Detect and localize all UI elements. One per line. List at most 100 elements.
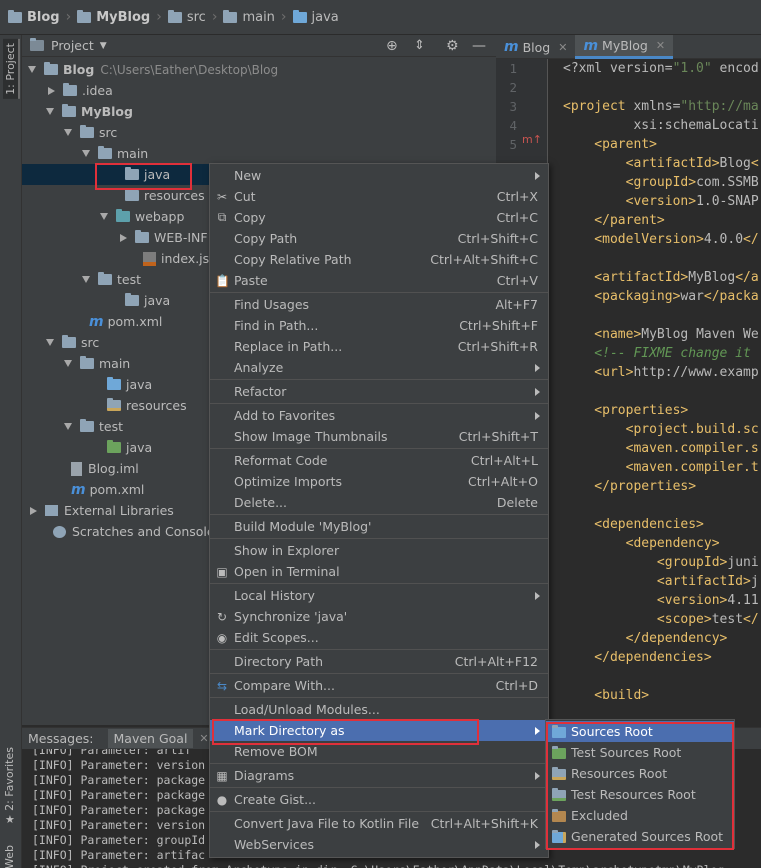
menu-item-copy[interactable]: ⧉ Copy Ctrl+C: [210, 207, 548, 228]
editor-tab-label: MyBlog: [602, 38, 648, 53]
tree-expand-arrow-icon[interactable]: [64, 360, 72, 367]
tree-expand-arrow-icon[interactable]: [64, 129, 72, 136]
menu-item-webservices[interactable]: WebServices: [210, 834, 548, 855]
submenu-item-excluded[interactable]: Excluded: [546, 805, 734, 826]
menu-item-delete[interactable]: Delete... Delete: [210, 492, 548, 513]
locate-icon[interactable]: ⊕: [386, 38, 398, 54]
folder-icon: [125, 188, 139, 201]
close-icon[interactable]: ✕: [558, 41, 567, 54]
folder-icon: [125, 167, 139, 180]
menu-item-create-gist[interactable]: ● Create Gist...: [210, 789, 548, 810]
maven-parent-icon[interactable]: m↑: [522, 133, 542, 146]
left-tool-strip: 1: Project 2: Favorites ★ Web: [0, 35, 22, 868]
code-line: </properties>: [563, 479, 696, 494]
menu-item-cut[interactable]: ✂ Cut Ctrl+X: [210, 186, 548, 207]
chevron-right-icon: [535, 387, 540, 396]
editor-tab[interactable]: m MyBlog ✕: [575, 35, 674, 59]
tree-expand-arrow-icon[interactable]: [48, 86, 55, 95]
breadcrumb-item[interactable]: src: [167, 9, 206, 25]
web-tool-tab[interactable]: Web: [3, 845, 16, 868]
close-icon[interactable]: ✕: [199, 732, 208, 745]
project-view-title[interactable]: Project: [51, 38, 94, 53]
menu-item-reformat-code[interactable]: Reformat Code Ctrl+Alt+L: [210, 450, 548, 471]
code-editor[interactable]: <?xml version="1.0" encod <project xmlns=…: [549, 59, 761, 719]
menu-item-open-in-terminal[interactable]: ▣ Open in Terminal: [210, 561, 548, 582]
menu-item-edit-scopes[interactable]: ◉ Edit Scopes...: [210, 627, 548, 648]
breadcrumb-item[interactable]: main: [223, 9, 275, 25]
submenu-item-test-sources-root[interactable]: Test Sources Root: [546, 742, 734, 763]
maven-goal-tab[interactable]: Maven Goal: [107, 729, 194, 748]
menu-item-new[interactable]: New: [210, 165, 548, 186]
tree-expand-arrow-icon[interactable]: [100, 213, 108, 220]
menu-item-local-history[interactable]: Local History: [210, 585, 548, 606]
collapse-icon[interactable]: ⇕: [414, 38, 425, 53]
submenu-item-generated-sources-root[interactable]: Generated Sources Root: [546, 826, 734, 847]
menu-item-load-unload-modules[interactable]: Load/Unload Modules...: [210, 699, 548, 720]
menu-item-refactor[interactable]: Refactor: [210, 381, 548, 402]
breadcrumb-item[interactable]: MyBlog: [77, 9, 150, 25]
menu-item-copy-path[interactable]: Copy Path Ctrl+Shift+C: [210, 228, 548, 249]
tree-node-label: main: [99, 356, 131, 371]
close-icon[interactable]: ✕: [656, 39, 665, 52]
menu-item-optimize-imports[interactable]: Optimize Imports Ctrl+Alt+O: [210, 471, 548, 492]
tree-expand-arrow-icon[interactable]: [82, 276, 90, 283]
tree-node[interactable]: src: [22, 122, 496, 143]
tree-node-label: java: [144, 293, 171, 308]
tree-node[interactable]: Blog C:\Users\Eather\Desktop\Blog: [22, 59, 496, 80]
tree-expand-arrow-icon[interactable]: [64, 423, 72, 430]
code-token: </dependencies>: [563, 650, 712, 665]
menu-item-mark-directory-as[interactable]: Mark Directory as: [210, 720, 548, 741]
tree-expand-arrow-icon[interactable]: [28, 66, 36, 73]
code-line: <maven.compiler.s: [563, 441, 759, 456]
folder-icon: [107, 398, 121, 411]
menu-item-label: Show Image Thumbnails: [234, 429, 388, 444]
tree-node[interactable]: MyBlog: [22, 101, 496, 122]
tree-expand-arrow-icon[interactable]: [82, 150, 90, 157]
line-number: 4: [509, 118, 517, 133]
github-icon: ●: [216, 792, 228, 807]
menu-item-show-image-thumbnails[interactable]: Show Image Thumbnails Ctrl+Shift+T: [210, 426, 548, 447]
scope-icon: ◉: [216, 630, 228, 645]
code-token: <properties>: [563, 403, 689, 418]
menu-item-find-usages[interactable]: Find Usages Alt+F7: [210, 294, 548, 315]
editor-tab[interactable]: m Blog ✕: [496, 35, 575, 59]
menu-item-analyze[interactable]: Analyze: [210, 357, 548, 378]
menu-item-build-module-myblog[interactable]: Build Module 'MyBlog': [210, 516, 548, 537]
submenu-item-sources-root[interactable]: Sources Root: [546, 721, 734, 742]
tree-expand-arrow-icon[interactable]: [30, 506, 37, 515]
menu-item-synchronize-java[interactable]: ↻ Synchronize 'java': [210, 606, 548, 627]
chevron-down-icon[interactable]: ▼: [100, 41, 107, 51]
hide-icon[interactable]: —: [472, 38, 486, 54]
menu-item-remove-bom[interactable]: Remove BOM: [210, 741, 548, 762]
menu-item-replace-in-path[interactable]: Replace in Path... Ctrl+Shift+R: [210, 336, 548, 357]
gear-icon[interactable]: ⚙: [446, 38, 459, 54]
tree-node[interactable]: main: [22, 143, 496, 164]
breadcrumb-item[interactable]: Blog: [8, 9, 60, 25]
scratches-icon: [53, 525, 66, 538]
menu-item-convert-java-file-to-kotlin-file[interactable]: Convert Java File to Kotlin File Ctrl+Alt…: [210, 813, 548, 834]
message-line: [INFO] Project created from Archetype in…: [32, 863, 724, 868]
menu-item-diagrams[interactable]: ▦ Diagrams: [210, 765, 548, 786]
menu-item-paste[interactable]: 📋 Paste Ctrl+V: [210, 270, 548, 291]
menu-item-directory-path[interactable]: Directory Path Ctrl+Alt+F12: [210, 651, 548, 672]
code-token: <packaging>: [563, 289, 681, 304]
submenu-item-resources-root[interactable]: Resources Root: [546, 763, 734, 784]
menu-item-show-in-explorer[interactable]: Show in Explorer: [210, 540, 548, 561]
submenu-item-test-resources-root[interactable]: Test Resources Root: [546, 784, 734, 805]
menu-item-copy-relative-path[interactable]: Copy Relative Path Ctrl+Alt+Shift+C: [210, 249, 548, 270]
tree-expand-arrow-icon[interactable]: [46, 108, 54, 115]
code-line: <properties>: [563, 403, 688, 418]
project-tool-tab[interactable]: 1: Project: [3, 39, 20, 99]
tree-expand-arrow-icon[interactable]: [120, 233, 127, 242]
breadcrumb-item[interactable]: java: [292, 9, 339, 25]
tree-node-label: pom.xml: [107, 314, 163, 329]
menu-item-add-to-favorites[interactable]: Add to Favorites: [210, 405, 548, 426]
tree-node[interactable]: .idea: [22, 80, 496, 101]
code-token: </: [743, 232, 759, 247]
menu-item-label: Directory Path: [234, 654, 324, 669]
menu-item-shortcut: Alt+F7: [495, 297, 538, 312]
menu-item-compare-with[interactable]: ⇆ Compare With... Ctrl+D: [210, 675, 548, 696]
favorites-tool-tab[interactable]: 2: Favorites: [3, 747, 16, 811]
menu-item-find-in-path[interactable]: Find in Path... Ctrl+Shift+F: [210, 315, 548, 336]
tree-expand-arrow-icon[interactable]: [46, 339, 54, 346]
